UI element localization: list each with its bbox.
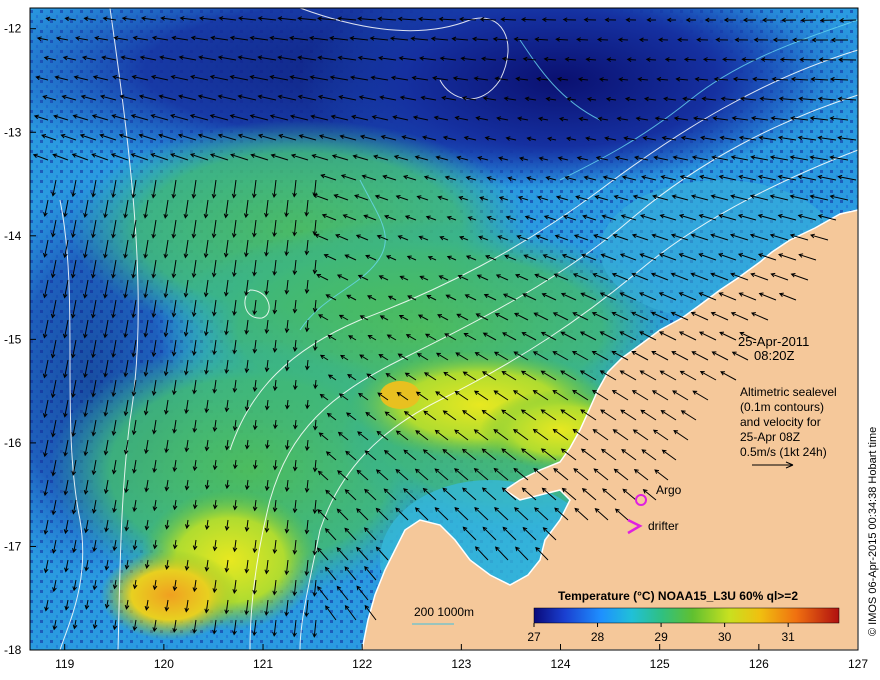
colorbar-ramp [533,607,840,624]
colorbar-tick-label: 28 [591,630,605,644]
lon-tick-label: 124 [550,657,570,671]
lon-tick-label: 127 [848,657,868,671]
lat-tick-label: -12 [4,22,22,36]
colorbar-tick-label: 31 [781,630,795,644]
colorbar-tick-label: 27 [527,630,541,644]
lat-tick-label: -15 [4,332,22,346]
drifter-label: drifter [648,519,679,533]
legend-line-3: and velocity for [740,415,821,429]
legend-line-2: (0.1m contours) [740,400,824,414]
argo-label: Argo [656,483,682,497]
annotation-time: 08:20Z [754,348,795,363]
depth-legend-label: 200 1000m [414,605,474,619]
legend-line-4: 25-Apr 08Z [740,430,800,444]
legend-line-5: 0.5m/s (1kt 24h) [740,445,827,459]
legend-line-1: Altimetric sealevel [740,385,837,399]
credit-text: © IMOS 06-Apr-2015 00:34:38 Hobart time [867,427,879,636]
lon-tick-label: 122 [352,657,372,671]
lat-tick-label: -14 [4,229,22,243]
lon-tick-label: 119 [55,657,74,671]
colorbar-title: Temperature (°C) NOAA15_L3U 60% ql>=2 [558,589,798,603]
lat-tick-label: -18 [4,643,22,657]
lon-tick-label: 120 [154,657,174,671]
colorbar-tick-label: 30 [718,630,732,644]
lon-tick-label: 121 [253,657,273,671]
lat-tick-label: -13 [4,125,22,139]
lat-tick-label: -16 [4,436,22,450]
colorbar-tick-label: 29 [654,630,668,644]
lon-tick-label: 126 [749,657,769,671]
annotation-date: 25-Apr-2011 [738,334,809,349]
sst-map-figure: 119 120 121 122 123 124 125 126 127 -12 -13 -14 -15… [4,7,879,671]
lon-tick-label: 125 [650,657,670,671]
lon-tick-label: 123 [451,657,471,671]
lat-tick-label: -17 [4,539,22,553]
